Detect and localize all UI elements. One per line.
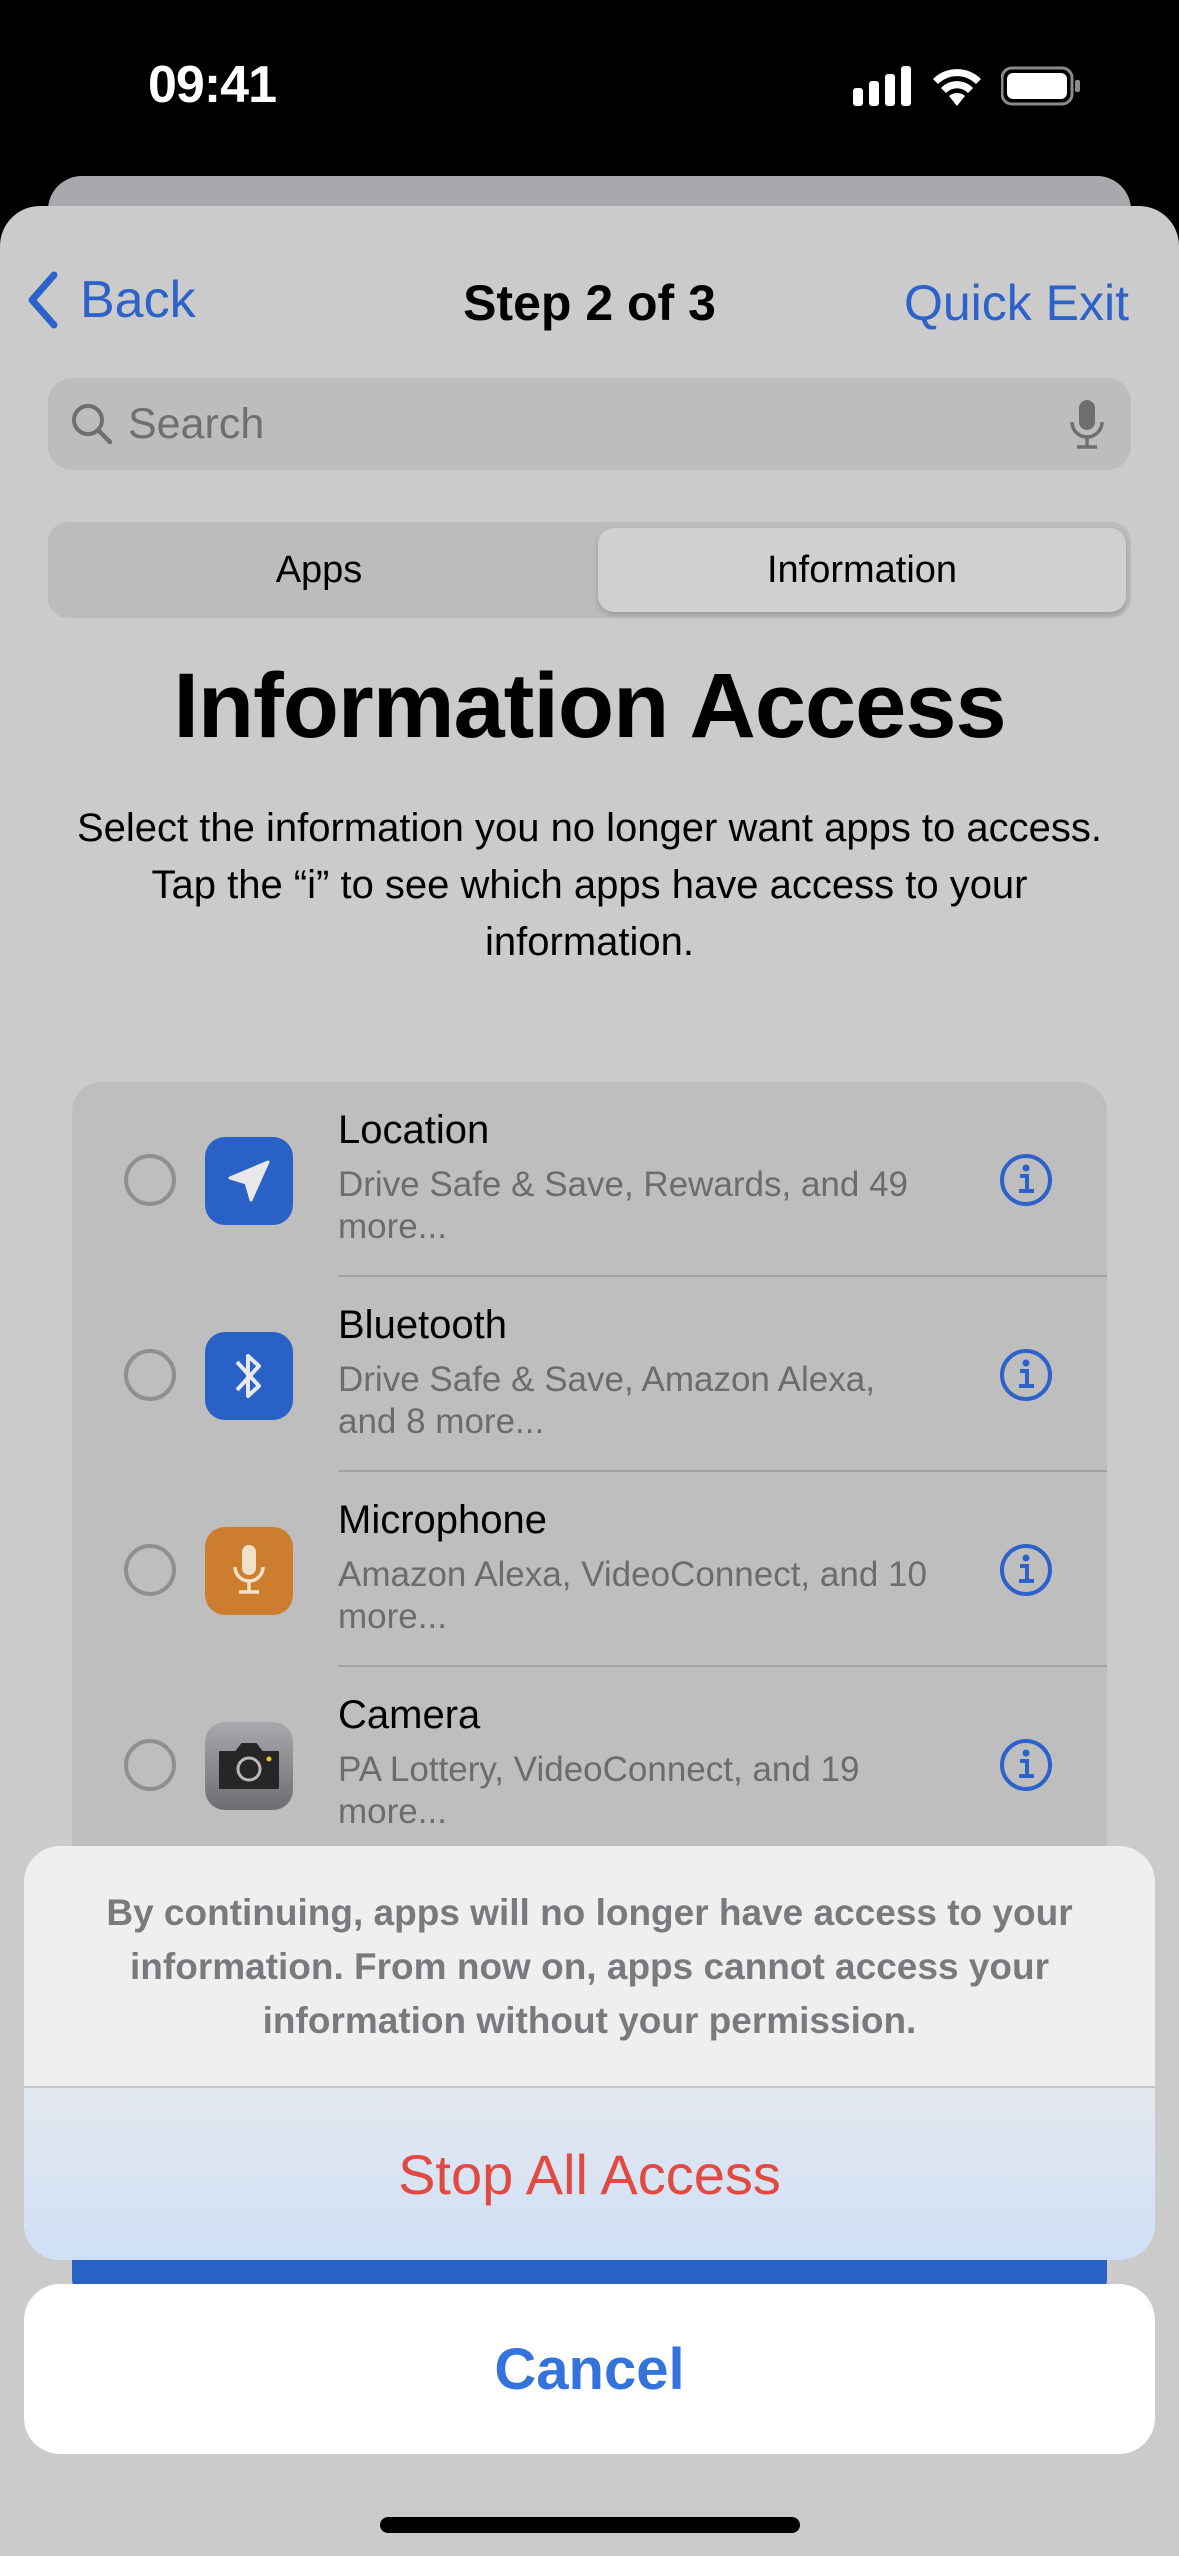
info-icon[interactable] — [998, 1347, 1054, 1403]
select-radio[interactable] — [124, 1349, 176, 1401]
cancel-button[interactable]: Cancel — [24, 2284, 1155, 2454]
select-radio[interactable] — [124, 1544, 176, 1596]
list-item-camera[interactable]: Camera PA Lottery, VideoConnect, and 19 … — [72, 1667, 1107, 1862]
info-icon[interactable] — [998, 1737, 1054, 1793]
home-indicator[interactable] — [380, 2517, 800, 2533]
microphone-tile — [205, 1527, 293, 1615]
navigation-bar: Back Step 2 of 3 Quick Exit — [0, 256, 1179, 346]
camera-tile — [205, 1722, 293, 1810]
item-title: Bluetooth — [338, 1303, 508, 1347]
list-item-microphone[interactable]: Microphone Amazon Alexa, VideoConnect, a… — [72, 1472, 1107, 1667]
segmented-control: Apps Information — [48, 522, 1131, 618]
search-icon — [72, 404, 113, 445]
microphone-icon[interactable] — [1067, 398, 1107, 450]
status-icons — [853, 66, 1081, 106]
item-subtitle: PA Lottery, VideoConnect, and 19 more... — [338, 1750, 860, 1831]
item-title: Microphone — [338, 1498, 548, 1542]
list-item-bluetooth[interactable]: Bluetooth Drive Safe & Save, Amazon Alex… — [72, 1277, 1107, 1472]
microphone-icon — [233, 1545, 265, 1594]
item-subtitle: Amazon Alexa, VideoConnect, and 10 more.… — [338, 1555, 927, 1636]
action-sheet: By continuing, apps will no longer have … — [24, 1846, 1155, 2260]
tab-apps[interactable]: Apps — [54, 528, 584, 612]
item-subtitle: Drive Safe & Save, Rewards, and 49 more.… — [338, 1165, 909, 1246]
item-subtitle: Drive Safe & Save, Amazon Alexa, and 8 m… — [338, 1360, 875, 1441]
page-description: Select the information you no longer wan… — [76, 806, 1103, 964]
wifi-icon — [933, 69, 981, 106]
location-arrow-icon — [228, 1160, 270, 1202]
bluetooth-icon — [235, 1354, 261, 1398]
page-title: Information Access — [173, 655, 1006, 757]
bluetooth-tile — [205, 1332, 293, 1420]
stop-all-access-button[interactable]: Stop All Access — [24, 2088, 1155, 2260]
info-icon[interactable] — [998, 1542, 1054, 1598]
select-radio[interactable] — [124, 1739, 176, 1791]
cellular-signal-icon — [853, 66, 911, 106]
item-title: Camera — [338, 1693, 481, 1737]
list-item-location[interactable]: Location Drive Safe & Save, Rewards, and… — [72, 1082, 1107, 1277]
item-title: Location — [338, 1108, 490, 1152]
status-time: 09:41 — [148, 56, 277, 114]
info-icon[interactable] — [998, 1152, 1054, 1208]
select-radio[interactable] — [124, 1154, 176, 1206]
location-tile — [205, 1137, 293, 1225]
camera-icon — [219, 1743, 279, 1789]
action-sheet-message: By continuing, apps will no longer have … — [106, 1892, 1073, 2041]
status-bar: 09:41 — [0, 0, 1179, 170]
tab-information[interactable]: Information — [598, 528, 1126, 612]
search-bar — [48, 378, 1131, 470]
quick-exit-button[interactable]: Quick Exit — [904, 274, 1129, 332]
battery-icon — [1001, 66, 1080, 106]
search-input[interactable] — [128, 399, 1067, 449]
